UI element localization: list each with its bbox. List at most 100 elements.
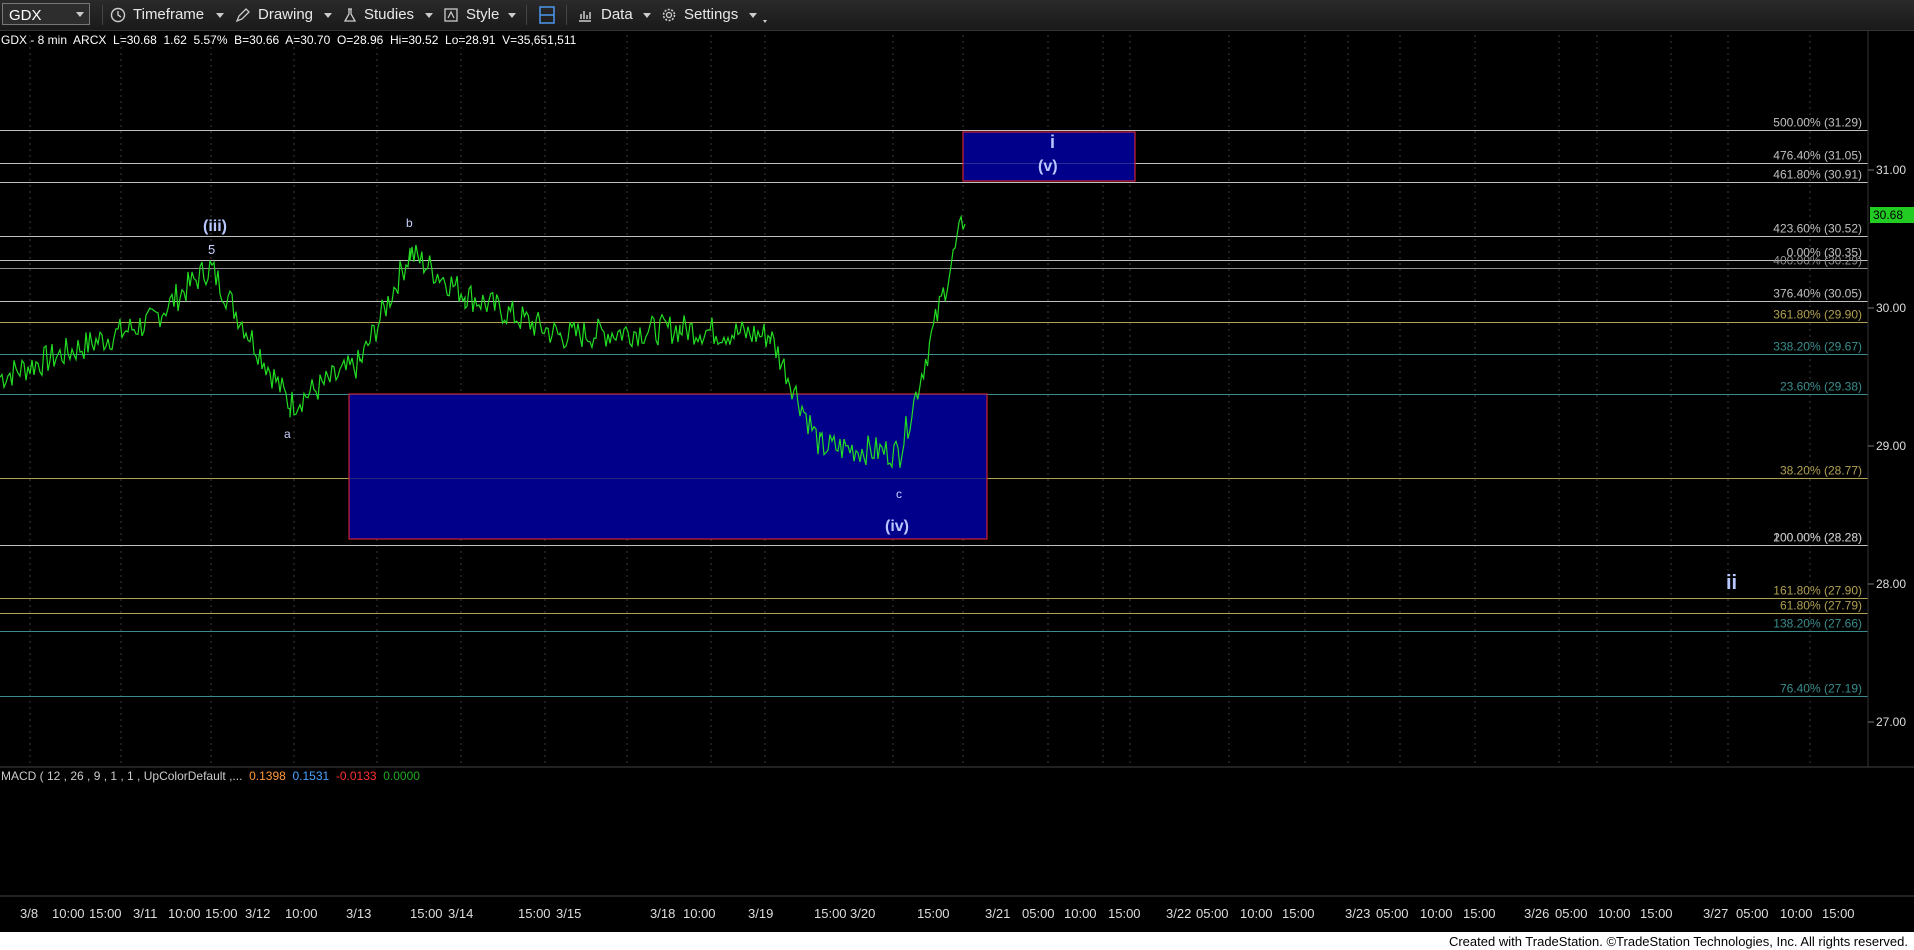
time-tick-label: 15:00	[1463, 906, 1496, 921]
time-tick-label: 3/11	[133, 906, 157, 921]
time-tick-label: 10:00	[52, 906, 85, 921]
wave-label-b: b	[406, 216, 413, 230]
copyright-footer: Created with TradeStation. ©TradeStation…	[1448, 934, 1908, 949]
fib-level-label: 423.60% (30.52)	[1773, 222, 1862, 236]
time-tick-label: 15:00	[205, 906, 238, 921]
time-tick-label: 15:00	[89, 906, 122, 921]
overflow-icon	[763, 20, 767, 23]
price-tick-label: 28.00	[1876, 577, 1906, 591]
time-tick-label: 10:00	[1780, 906, 1813, 921]
time-tick-label: 3/21	[985, 906, 1010, 921]
time-tick-label: 3/22	[1166, 906, 1191, 921]
wave-label-v: (v)	[1038, 158, 1058, 175]
time-tick-label: 15:00	[518, 906, 551, 921]
time-axis: 3/8 10:00 15:00 3/11 10:00 15:00 3/12 10:00 3/13…	[20, 906, 1855, 921]
fib-level-label: 361.80% (29.90)	[1773, 308, 1862, 322]
time-tick-label: 05:00	[1022, 906, 1055, 921]
time-tick-label: 10:00	[285, 906, 318, 921]
layout-icon[interactable]	[538, 5, 556, 25]
symbol-text: GDX	[9, 7, 42, 24]
time-tick-label: 3/27	[1703, 906, 1728, 921]
wave-label-ii: ii	[1726, 572, 1737, 594]
chart-toolbar: GDX Timeframe Drawing Studies Style Data…	[0, 0, 1914, 31]
fib-level-label: 100.00% (28.28)	[1773, 531, 1862, 545]
chevron-down-icon	[76, 12, 84, 17]
time-tick-label: 10:00	[1420, 906, 1453, 921]
time-tick-label: 3/26	[1524, 906, 1549, 921]
time-tick-label: 10:00	[1064, 906, 1097, 921]
time-tick-label: 3/14	[448, 906, 473, 921]
time-tick-label: 05:00	[1376, 906, 1409, 921]
toolbar-divider	[526, 5, 527, 25]
fib-level-labels: 500.00% (31.29) 476.40% (31.05) 461.80% (3…	[1773, 116, 1862, 696]
time-tick-label: 3/23	[1345, 906, 1370, 921]
studies-label: Studies	[364, 6, 415, 23]
chevron-down-icon	[216, 13, 224, 18]
time-tick-label: 15:00	[1640, 906, 1673, 921]
wave-label-i: i	[1050, 132, 1055, 152]
price-axis: 31.00 30.00 29.00 28.00 27.00	[1868, 163, 1906, 729]
fib-level-label: 61.80% (27.79)	[1780, 599, 1862, 613]
time-tick-label: 10:00	[1598, 906, 1631, 921]
timeframe-label: Timeframe	[133, 6, 205, 23]
fib-level-label: 461.80% (30.91)	[1773, 168, 1862, 182]
chevron-down-icon	[425, 13, 433, 18]
time-tick-label: 05:00	[1736, 906, 1769, 921]
fib-level-label: 161.80% (27.90)	[1773, 584, 1862, 598]
time-tick-label: 3/19	[748, 906, 773, 921]
toolbar-divider	[566, 5, 567, 25]
time-tick-label: 3/8	[20, 906, 38, 921]
time-tick-label: 05:00	[1555, 906, 1588, 921]
price-tick-label: 31.00	[1876, 163, 1906, 177]
time-tick-label: 10:00	[1240, 906, 1273, 921]
time-tick-label: 15:00	[1822, 906, 1855, 921]
macd-diff: -0.0133	[335, 769, 377, 783]
wave-label-iv: (iv)	[885, 518, 909, 535]
wave-label-5: 5	[208, 242, 215, 257]
time-tick-label: 15:00	[917, 906, 950, 921]
price-chart[interactable]: 31.00 30.00 29.00 28.00 27.00 30.68 500.00% …	[0, 30, 1914, 950]
fib-level-label: 23.60% (29.38)	[1780, 380, 1862, 394]
chevron-down-icon	[324, 13, 332, 18]
style-label: Style	[466, 6, 500, 23]
toolbar-divider	[102, 5, 103, 25]
time-tick-label: 05:00	[1196, 906, 1229, 921]
fib-level-label: 76.40% (27.19)	[1780, 682, 1862, 696]
price-tick-label: 27.00	[1876, 715, 1906, 729]
time-tick-label: 3/15	[556, 906, 581, 921]
time-tick-label: 3/13	[346, 906, 371, 921]
macd-indicator-header: MACD ( 12 , 26 , 9 , 1 , 1 , UpColorDefa…	[1, 769, 420, 783]
wave-label-c: c	[896, 487, 902, 501]
time-tick-label: 15:00	[410, 906, 443, 921]
gear-icon	[662, 8, 676, 22]
macd-value: 0.1398	[249, 769, 286, 783]
time-tick-label: 10:00	[683, 906, 716, 921]
flask-icon	[343, 8, 357, 22]
time-tick-label: 15:00	[1282, 906, 1315, 921]
last-price-tag: 30.68	[1873, 208, 1903, 222]
drawing-label: Drawing	[258, 6, 314, 23]
chevron-down-icon	[749, 13, 757, 18]
time-tick-label: 3/20	[850, 906, 875, 921]
bar-chart-icon	[579, 11, 591, 22]
chevron-down-icon	[508, 13, 516, 18]
symbol-selector[interactable]: GDX	[2, 3, 90, 25]
price-tick-label: 29.00	[1876, 439, 1906, 453]
time-tick-label: 3/12	[245, 906, 270, 921]
fib-level-label: 338.20% (29.67)	[1773, 340, 1862, 354]
style-icon	[444, 8, 458, 22]
macd-zero-line: 0.0000	[383, 769, 420, 783]
chevron-down-icon	[643, 13, 651, 18]
time-tick-label: 10:00	[168, 906, 201, 921]
fib-level-label: 38.20% (28.77)	[1780, 464, 1862, 478]
fib-level-label: 138.20% (27.66)	[1773, 617, 1862, 631]
clock-icon	[110, 7, 126, 23]
time-tick-label: 15:00	[814, 906, 847, 921]
data-label: Data	[601, 6, 633, 23]
fib-level-label: 500.00% (31.29)	[1773, 116, 1862, 130]
fib-level-label: 376.40% (30.05)	[1773, 287, 1862, 301]
fib-level-label: 400.00% (30.29)	[1773, 254, 1862, 268]
time-tick-label: 3/18	[650, 906, 675, 921]
settings-label: Settings	[684, 6, 739, 23]
time-tick-label: 15:00	[1108, 906, 1141, 921]
